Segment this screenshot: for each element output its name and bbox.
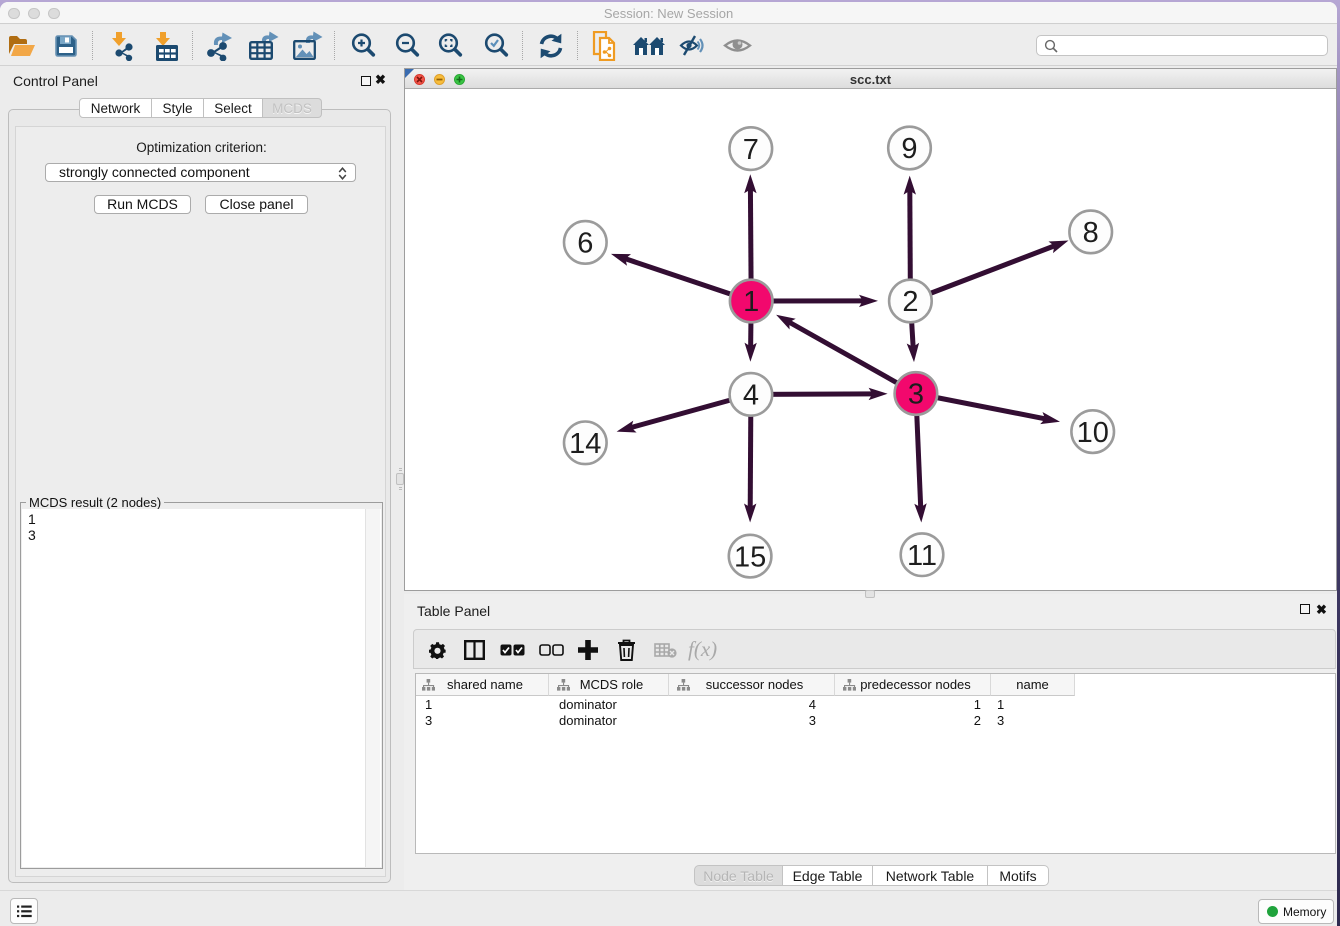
svg-text:8: 8: [1083, 217, 1099, 249]
svg-text:1: 1: [743, 286, 759, 318]
svg-text:10: 10: [1077, 417, 1109, 449]
svg-text:7: 7: [743, 134, 759, 166]
svg-text:11: 11: [907, 540, 937, 572]
svg-text:14: 14: [569, 428, 601, 460]
svg-text:3: 3: [908, 379, 924, 411]
svg-text:6: 6: [577, 228, 593, 260]
svg-text:4: 4: [743, 380, 759, 412]
svg-text:2: 2: [902, 286, 918, 318]
svg-text:15: 15: [734, 541, 766, 573]
svg-text:9: 9: [901, 133, 917, 165]
